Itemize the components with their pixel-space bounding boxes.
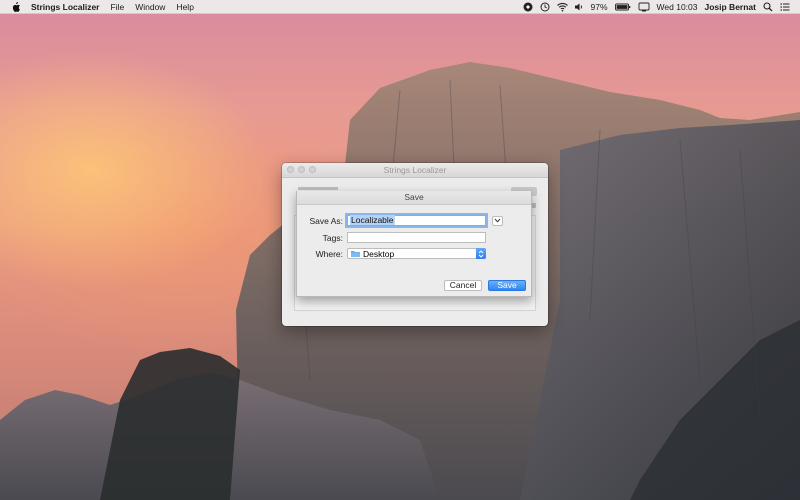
battery-percent: 97%	[590, 1, 608, 12]
tags-row: Tags:	[297, 232, 486, 243]
traffic-lights	[287, 166, 316, 173]
user-name[interactable]: Josip Bernat	[705, 2, 757, 12]
zoom-button[interactable]	[309, 166, 316, 173]
apple-menu-icon[interactable]	[11, 1, 21, 12]
battery-icon[interactable]	[614, 2, 631, 12]
where-popup[interactable]: Desktop	[347, 248, 486, 259]
window-titlebar[interactable]: Strings Localizer	[282, 163, 548, 178]
tags-label: Tags:	[322, 232, 343, 243]
save-as-row: Save As: Localizable	[297, 215, 503, 226]
save-button[interactable]: Save	[488, 280, 526, 291]
save-as-label: Save As:	[309, 215, 343, 226]
menu-file[interactable]: File	[111, 2, 125, 12]
minimize-button[interactable]	[298, 166, 305, 173]
display-icon[interactable]	[638, 2, 650, 12]
window-title: Strings Localizer	[383, 165, 447, 175]
time-machine-icon[interactable]	[540, 2, 550, 12]
spotlight-search-icon[interactable]	[763, 1, 773, 12]
folder-icon	[351, 251, 360, 257]
chevron-down-icon	[494, 218, 501, 223]
status-circle-icon[interactable]	[523, 2, 533, 12]
menu-window[interactable]: Window	[135, 2, 165, 12]
tags-field[interactable]	[347, 232, 486, 243]
cancel-button[interactable]: Cancel	[444, 280, 482, 291]
notification-center-icon[interactable]	[780, 2, 790, 12]
save-as-value: Localizable	[350, 215, 395, 225]
popup-stepper-icon	[476, 248, 486, 259]
wifi-icon[interactable]	[556, 2, 568, 12]
save-sheet-title: Save	[297, 191, 531, 205]
volume-icon[interactable]	[574, 2, 584, 12]
where-row: Where: Desktop	[297, 248, 486, 259]
menu-bar: Strings Localizer File Window Help 97% W…	[0, 0, 800, 14]
menu-clock[interactable]: Wed 10:03	[657, 2, 698, 12]
background-label	[298, 187, 338, 190]
expand-dialog-button[interactable]	[492, 215, 503, 226]
save-as-field[interactable]: Localizable	[347, 215, 486, 226]
menu-help[interactable]: Help	[176, 2, 193, 12]
where-label: Where:	[315, 248, 343, 259]
save-sheet: Save Save As: Localizable Tags: Where: D…	[296, 191, 532, 297]
where-value: Desktop	[363, 248, 395, 259]
app-menu[interactable]: Strings Localizer	[31, 2, 100, 12]
close-button[interactable]	[287, 166, 294, 173]
